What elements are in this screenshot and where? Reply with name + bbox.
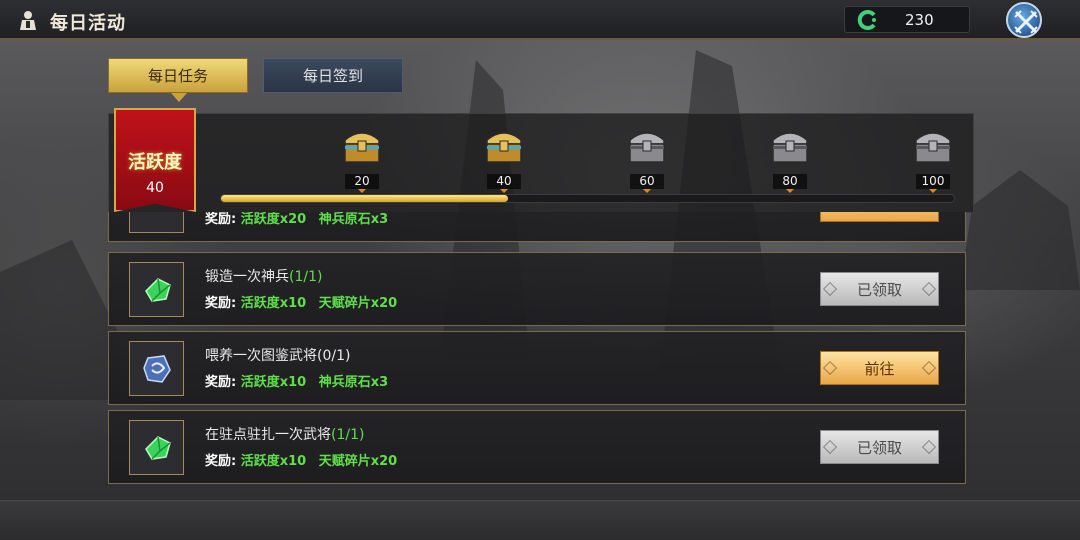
task-title: 喂养一次图鉴武将(0/1) (205, 348, 351, 364)
task-row: 在驻点驻扎一次武将(1/1) 奖励: 活跃度x10 天赋碎片x20 已领取 (108, 410, 966, 484)
milestone-value: 20 (345, 174, 379, 193)
reward-item: 天赋碎片x20 (318, 454, 398, 469)
milestone-value: 60 (630, 174, 664, 193)
task-reward: 奖励: 活跃度x10 天赋碎片x20 (205, 454, 398, 469)
activity-value: 40 (146, 180, 164, 196)
currency-display: 230 (844, 6, 970, 33)
reward-item: 活跃度x10 (240, 375, 307, 390)
task-action-button[interactable] (820, 212, 939, 222)
blue-stone-icon (129, 341, 184, 396)
reward-item: 神兵原石x3 (318, 375, 389, 390)
task-title: 在驻点驻扎一次武将(1/1) (205, 427, 365, 443)
reward-item: 天赋碎片x20 (318, 296, 398, 311)
milestone-value: 80 (773, 174, 807, 193)
task-title: 锻造一次神兵(1/1) (205, 269, 323, 285)
activity-badge: 活跃度 40 (114, 108, 196, 212)
activity-progress-fill (221, 195, 508, 202)
tab-daily-checkin[interactable]: 每日签到 (263, 58, 403, 93)
close-button[interactable] (1006, 2, 1042, 38)
task-row: 奖励: 活跃度x20 神兵原石x3 (108, 212, 966, 242)
task-reward: 奖励: 活跃度x20 神兵原石x3 (205, 212, 389, 227)
reward-item: 活跃度x10 (240, 454, 307, 469)
crossed-swords-icon (1014, 10, 1038, 34)
task-row: 锻造一次神兵(1/1) 奖励: 活跃度x10 天赋碎片x20 已领取 (108, 252, 966, 326)
milestone-value: 100 (916, 174, 950, 193)
tab-daily-tasks[interactable]: 每日任务 (108, 58, 248, 102)
task-list[interactable]: 奖励: 活跃度x20 神兵原石x3 锻造一次神兵(1/1) 奖励: 活跃度x10… (108, 212, 966, 488)
go-button[interactable]: 前往 (820, 351, 939, 385)
task-reward: 奖励: 活跃度x10 天赋碎片x20 (205, 296, 398, 311)
milestone-value: 40 (487, 174, 521, 193)
task-row: 喂养一次图鉴武将(0/1) 奖励: 活跃度x10 神兵原石x3 前往 (108, 331, 966, 405)
task-progress: (0/1) (317, 348, 351, 364)
event-scroll-icon (16, 8, 40, 32)
gold-chest-icon[interactable] (339, 122, 385, 168)
claimed-button[interactable]: 已领取 (820, 430, 939, 464)
activity-label: 活跃度 (128, 152, 182, 173)
reward-item: 活跃度x20 (240, 212, 307, 227)
bottom-band (0, 500, 1080, 540)
partial-task-icon (129, 212, 184, 233)
silver-chest-icon[interactable] (910, 122, 956, 168)
task-reward: 奖励: 活跃度x10 神兵原石x3 (205, 375, 389, 390)
green-crystal-icon (129, 420, 184, 475)
top-bar: 每日活动 230 (0, 0, 1080, 40)
task-progress: (1/1) (331, 427, 365, 443)
task-progress: (1/1) (289, 269, 323, 285)
gold-chest-icon[interactable] (481, 122, 527, 168)
jade-coin-icon (857, 9, 879, 31)
silver-chest-icon[interactable] (624, 122, 670, 168)
reward-item: 活跃度x10 (240, 296, 307, 311)
currency-value: 230 (905, 11, 934, 29)
reward-item: 神兵原石x3 (318, 212, 389, 227)
activity-progress-bar (220, 194, 955, 203)
silver-chest-icon[interactable] (767, 122, 813, 168)
green-crystal-icon (129, 262, 184, 317)
page-title: 每日活动 (50, 13, 126, 34)
claimed-button[interactable]: 已领取 (820, 272, 939, 306)
